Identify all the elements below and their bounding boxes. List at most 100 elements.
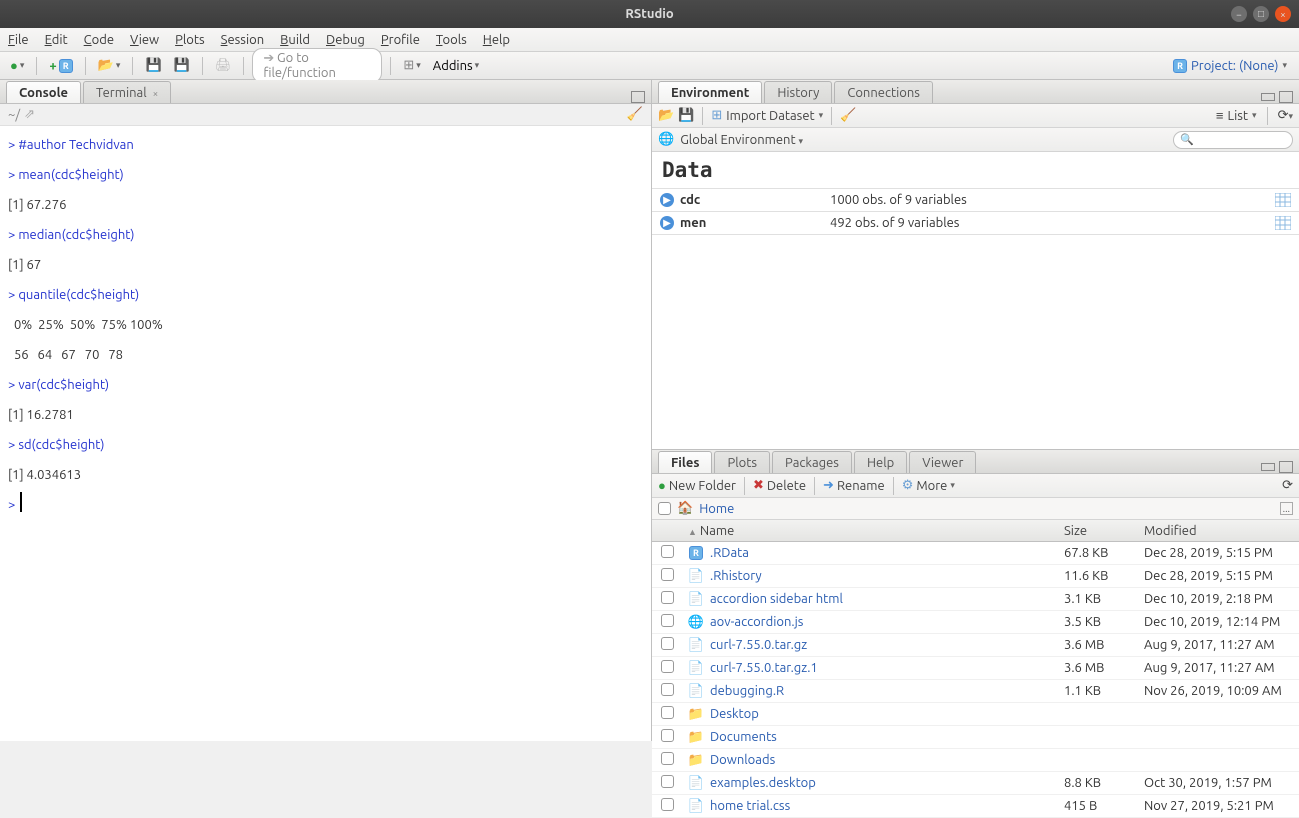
new-project-button[interactable]: +R: [45, 56, 76, 76]
env-row[interactable]: ▶men492 obs. of 9 variables: [652, 212, 1299, 235]
pane-maximize-icon[interactable]: [1279, 91, 1293, 103]
minimize-button[interactable]: −: [1231, 6, 1247, 22]
open-file-button[interactable]: 📂▾: [94, 56, 125, 76]
close-button[interactable]: ×: [1275, 6, 1291, 22]
header-name[interactable]: ▲ Name: [682, 524, 1064, 538]
file-row[interactable]: 📁Documents: [652, 726, 1299, 749]
files-refresh-icon[interactable]: ⟳: [1282, 478, 1293, 493]
broom-icon[interactable]: 🧹: [627, 107, 643, 122]
pane-minimize-icon[interactable]: [631, 91, 645, 103]
row-checkbox[interactable]: [661, 660, 674, 673]
header-size[interactable]: Size: [1064, 524, 1144, 538]
menu-edit[interactable]: Edit: [45, 33, 68, 47]
row-checkbox[interactable]: [661, 729, 674, 742]
file-row[interactable]: 📄.Rhistory11.6 KBDec 28, 2019, 5:15 PM: [652, 565, 1299, 588]
expand-icon[interactable]: ▶: [660, 193, 674, 207]
file-row[interactable]: 📄debugging.R1.1 KBNov 26, 2019, 10:09 AM: [652, 680, 1299, 703]
menu-profile[interactable]: Profile: [381, 33, 420, 47]
data-grid-icon[interactable]: [1275, 193, 1291, 207]
row-checkbox[interactable]: [661, 775, 674, 788]
tab-plots[interactable]: Plots: [714, 451, 770, 473]
new-folder-button[interactable]: ●New Folder: [658, 478, 736, 493]
close-icon[interactable]: ×: [153, 88, 159, 99]
save-all-button[interactable]: 💾: [170, 56, 194, 76]
file-row[interactable]: 📄accordion sidebar html3.1 KBDec 10, 201…: [652, 588, 1299, 611]
menu-plots[interactable]: Plots: [175, 33, 205, 47]
env-row[interactable]: ▶cdc1000 obs. of 9 variables: [652, 188, 1299, 212]
file-row[interactable]: 📄curl-7.55.0.tar.gz3.6 MBAug 9, 2017, 11…: [652, 634, 1299, 657]
pane-maximize-icon[interactable]: [1279, 461, 1293, 473]
more-path-button[interactable]: ...: [1280, 502, 1293, 515]
refresh-icon[interactable]: ⟳▾: [1278, 108, 1293, 123]
console-line: [1] 67: [8, 250, 643, 280]
tab-viewer[interactable]: Viewer: [909, 451, 976, 473]
row-checkbox[interactable]: [661, 637, 674, 650]
grid-button[interactable]: ⊞▾: [399, 56, 424, 76]
expand-icon[interactable]: ▶: [660, 216, 674, 230]
tab-connections[interactable]: Connections: [834, 81, 933, 103]
list-view-button[interactable]: ≡List ▾: [1216, 108, 1257, 123]
file-row[interactable]: R.RData67.8 KBDec 28, 2019, 5:15 PM: [652, 542, 1299, 565]
tab-environment[interactable]: Environment: [658, 81, 762, 103]
header-modified[interactable]: Modified: [1144, 524, 1299, 538]
home-icon[interactable]: 🏠: [677, 501, 693, 516]
breadcrumb-home[interactable]: Home: [699, 502, 734, 516]
rename-button[interactable]: ➜Rename: [823, 478, 885, 493]
env-var-value: 492 obs. of 9 variables: [830, 216, 1275, 230]
clear-workspace-icon[interactable]: 🧹: [840, 108, 856, 123]
load-workspace-icon[interactable]: 📂: [658, 108, 674, 123]
menu-code[interactable]: Code: [84, 33, 114, 47]
menu-build[interactable]: Build: [280, 33, 310, 47]
row-checkbox[interactable]: [661, 545, 674, 558]
file-row[interactable]: 📄curl-7.55.0.tar.gz.13.6 MBAug 9, 2017, …: [652, 657, 1299, 680]
tab-console[interactable]: Console: [6, 81, 81, 103]
menu-debug[interactable]: Debug: [326, 33, 365, 47]
files-breadcrumb: 🏠 Home ...: [652, 498, 1299, 520]
env-search-input[interactable]: 🔍: [1173, 131, 1293, 149]
menu-tools[interactable]: Tools: [436, 33, 467, 47]
file-modified: Dec 10, 2019, 12:14 PM: [1144, 615, 1299, 629]
console-body[interactable]: > #author Techvidvan> mean(cdc$height)[1…: [0, 126, 651, 741]
print-button[interactable]: 🖨: [211, 56, 236, 76]
window-controls: − □ ×: [1231, 6, 1291, 22]
file-row[interactable]: 🌐aov-accordion.js3.5 KBDec 10, 2019, 12:…: [652, 611, 1299, 634]
pane-collapse-icon[interactable]: [1261, 463, 1275, 471]
menu-file[interactable]: File: [8, 33, 29, 47]
tab-terminal[interactable]: Terminal×: [83, 81, 171, 103]
menu-view[interactable]: View: [130, 33, 159, 47]
row-checkbox[interactable]: [661, 706, 674, 719]
row-checkbox[interactable]: [661, 591, 674, 604]
save-button[interactable]: 💾: [141, 56, 165, 76]
file-row[interactable]: 📄home trial.css415 BNov 27, 2019, 5:21 P…: [652, 795, 1299, 818]
file-row[interactable]: 📁Desktop: [652, 703, 1299, 726]
menu-help[interactable]: Help: [483, 33, 510, 47]
popout-icon[interactable]: ⇗: [24, 107, 35, 122]
menu-session[interactable]: Session: [221, 33, 264, 47]
global-env-selector[interactable]: Global Environment ▾: [680, 133, 803, 147]
new-file-button[interactable]: ●▾: [6, 56, 28, 76]
maximize-button[interactable]: □: [1253, 6, 1269, 22]
save-workspace-icon[interactable]: 💾: [678, 108, 694, 123]
file-row[interactable]: 📁Downloads: [652, 749, 1299, 772]
pane-collapse-icon[interactable]: [1261, 93, 1275, 101]
row-checkbox[interactable]: [661, 683, 674, 696]
delete-button[interactable]: ✖Delete: [753, 478, 806, 493]
import-dataset-button[interactable]: ⊞Import Dataset ▾: [711, 108, 823, 123]
console-line: > median(cdc$height): [8, 220, 643, 250]
project-selector[interactable]: R Project: (None) ▾: [1173, 59, 1293, 73]
files-list[interactable]: R.RData67.8 KBDec 28, 2019, 5:15 PM📄.Rhi…: [652, 542, 1299, 818]
tab-history[interactable]: History: [764, 81, 832, 103]
tab-help[interactable]: Help: [854, 451, 907, 473]
goto-file-input[interactable]: ➔ Go to file/function: [252, 48, 382, 83]
addins-button[interactable]: Addins ▾: [429, 56, 483, 76]
row-checkbox[interactable]: [661, 568, 674, 581]
more-button[interactable]: ⚙More ▾: [902, 478, 955, 493]
file-row[interactable]: 📄examples.desktop8.8 KBOct 30, 2019, 1:5…: [652, 772, 1299, 795]
tab-packages[interactable]: Packages: [772, 451, 852, 473]
row-checkbox[interactable]: [661, 752, 674, 765]
row-checkbox[interactable]: [661, 798, 674, 811]
tab-files[interactable]: Files: [658, 451, 712, 473]
row-checkbox[interactable]: [661, 614, 674, 627]
select-all-checkbox[interactable]: [658, 502, 671, 515]
data-grid-icon[interactable]: [1275, 216, 1291, 230]
